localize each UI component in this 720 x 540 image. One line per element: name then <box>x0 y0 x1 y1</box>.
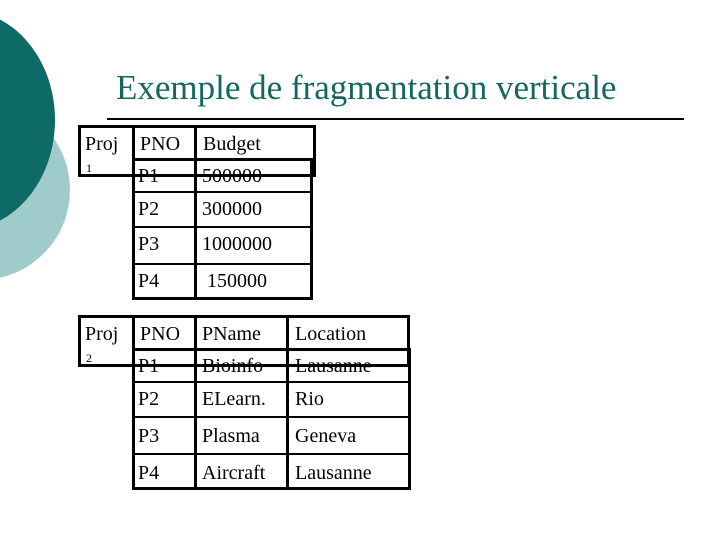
col-divider-3 <box>286 315 289 490</box>
cell-location: Rio <box>295 388 324 410</box>
cell-budget: 500000 <box>202 165 262 187</box>
body-right-border <box>408 348 411 490</box>
cell-pno: P4 <box>138 270 160 292</box>
col-divider-2 <box>194 125 197 300</box>
relation-name: Proj <box>85 133 119 155</box>
cell-budget: 150000 <box>202 270 267 292</box>
header-left-border <box>78 315 81 367</box>
header-top-border <box>78 315 410 318</box>
header-right-border <box>313 125 316 177</box>
body-bottom-border <box>132 297 313 300</box>
column-header: PName <box>202 323 261 345</box>
slide-title: Exemple de fragmentation verticale <box>116 68 617 107</box>
cell-pno: P2 <box>138 198 160 220</box>
row-divider <box>132 263 313 265</box>
column-header: Location <box>295 323 367 345</box>
column-header: Budget <box>203 133 261 155</box>
header-top-border <box>78 125 316 128</box>
body-top-border <box>132 158 313 161</box>
cell-pno: P3 <box>138 425 160 447</box>
cell-location: Lausanne <box>295 355 372 377</box>
col-divider-2 <box>194 315 197 490</box>
cell-budget: 300000 <box>202 198 262 220</box>
cell-pno: P1 <box>138 165 160 187</box>
cell-pno: P4 <box>138 462 160 484</box>
cell-budget: 1000000 <box>202 233 272 255</box>
cell-pname: Aircraft <box>202 462 266 484</box>
relation-subscript: 2 <box>86 351 92 365</box>
header-bottom-border <box>78 174 316 177</box>
cell-location: Lausanne <box>295 462 372 484</box>
row-divider <box>132 226 313 228</box>
relation-subscript: 1 <box>86 161 92 175</box>
row-divider <box>132 191 313 193</box>
row-divider <box>132 453 411 455</box>
row-divider <box>132 381 411 383</box>
cell-pname: Bioinfo <box>202 355 264 377</box>
column-header: PNO <box>140 323 181 345</box>
cell-pno: P1 <box>138 355 160 377</box>
col-divider-1 <box>132 315 135 490</box>
body-bottom-border <box>132 487 411 490</box>
relation-name: Proj <box>85 323 119 345</box>
cell-location: Geneva <box>295 425 357 447</box>
row-divider <box>132 416 411 418</box>
cell-pname: ELearn. <box>202 388 266 410</box>
title-underline <box>107 118 684 120</box>
body-top-border <box>132 348 411 351</box>
col-divider-1 <box>132 125 135 300</box>
column-header: PNO <box>140 133 181 155</box>
cell-pno: P3 <box>138 233 160 255</box>
cell-pno: P2 <box>138 388 160 410</box>
cell-pname: Plasma <box>202 425 260 447</box>
header-left-border <box>78 125 81 177</box>
body-right-border <box>310 158 313 300</box>
